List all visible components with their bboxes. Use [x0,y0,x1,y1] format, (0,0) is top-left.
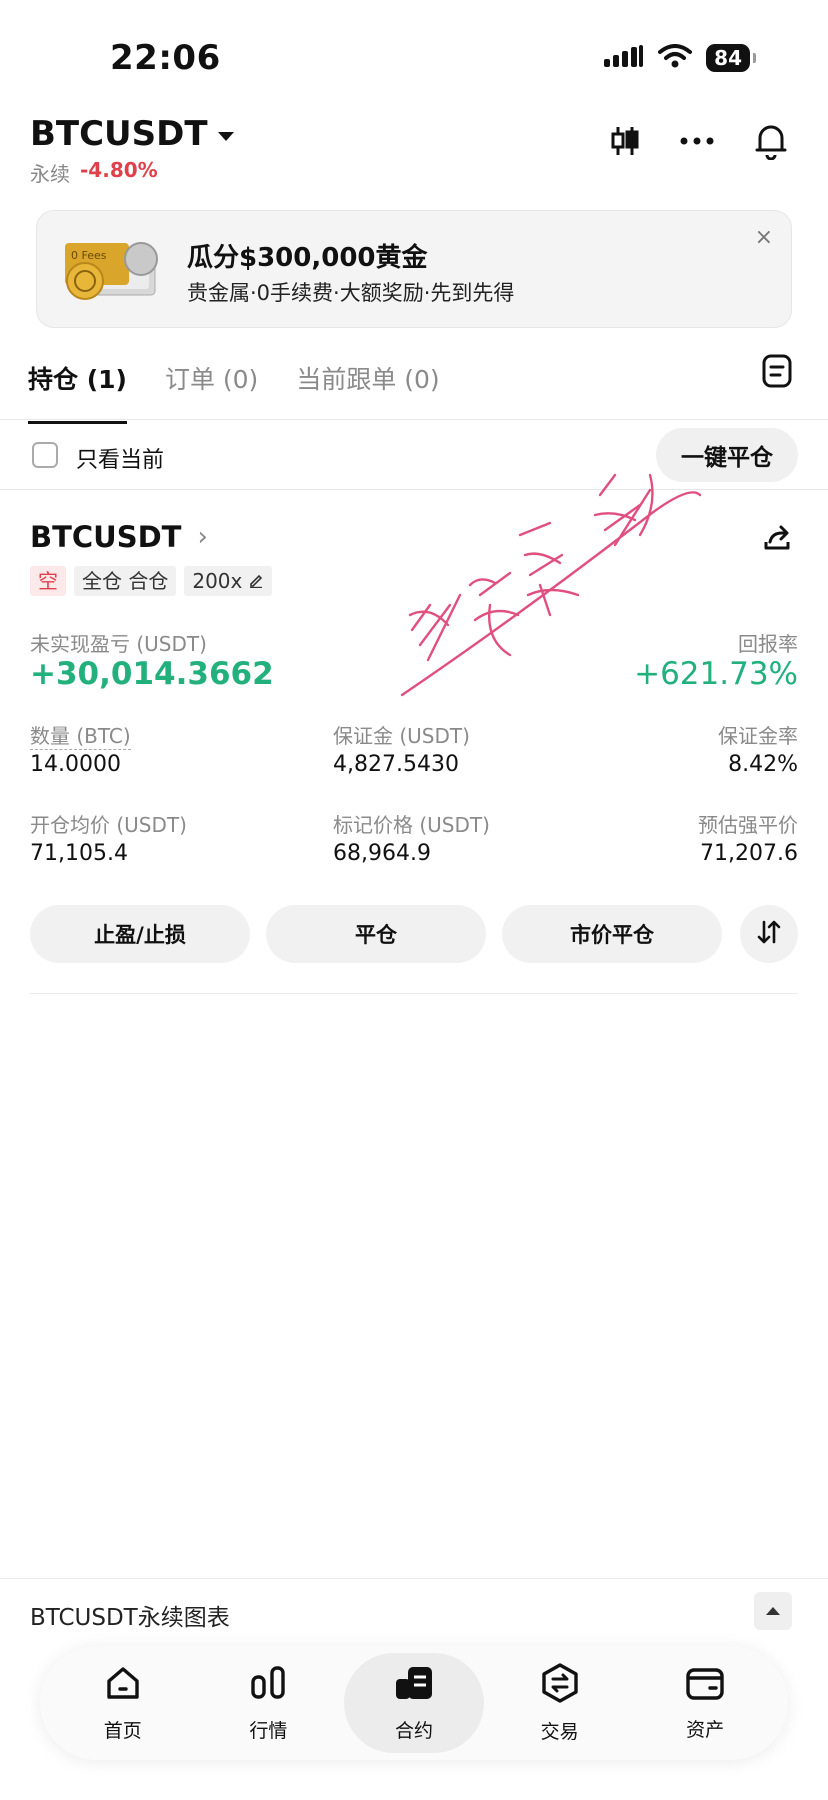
wifi-icon [658,44,693,72]
header-actions [610,122,788,160]
leverage-badge[interactable]: 200x [184,566,273,596]
entry-price-value: 71,105.4 [30,841,128,866]
chart-bar-divider [0,1578,828,1579]
share-icon[interactable] [762,522,792,556]
banner-image-text: 0 Fees [71,249,107,262]
only-current-label: 只看当前 [76,448,165,473]
home-icon [103,1663,143,1708]
banner-subtitle: 贵金属·0手续费·大额奖励·先到先得 [187,281,515,305]
futures-icon [392,1663,436,1708]
gold-bar-image: 0 Fees [61,235,165,307]
nav-home[interactable]: 首页 [53,1653,193,1753]
swap-arrows-icon [755,918,783,950]
card-divider [30,993,798,994]
pnl-label: 未实现盈亏 (USDT) [30,632,207,656]
market-close-button[interactable]: 市价平仓 [502,905,722,963]
edit-icon [248,569,264,593]
handwritten-annotation [400,455,720,715]
caret-down-icon [217,131,234,141]
close-icon[interactable]: × [755,225,773,250]
markets-icon [248,1663,288,1708]
signal-icon [604,45,644,71]
symbol-subline: 永续 -4.80% [30,158,158,187]
position-tags: 空 全仓 合仓 200x [30,566,273,596]
nav-assets[interactable]: 资产 [635,1653,775,1753]
liquidation-price-label: 预估强平价 [698,813,798,837]
quantity-value: 14.0000 [30,752,121,777]
symbol-selector[interactable]: BTCUSDT [30,114,234,154]
tab-orders[interactable]: 订单 (0) [165,360,258,396]
status-icons: 84 [604,44,756,72]
nav-home-label: 首页 [103,1720,142,1742]
tab-divider [0,419,828,420]
tab-copy-trading[interactable]: 当前跟单 (0) [296,360,439,396]
reverse-position-button[interactable] [740,905,798,963]
contract-type: 永续 [30,162,70,186]
position-actions: 止盈/止损 平仓 市价平仓 [30,905,722,963]
symbol-title: BTCUSDT [30,114,208,154]
margin-ratio-label: 保证金率 [718,724,798,748]
tp-sl-button[interactable]: 止盈/止损 [30,905,250,963]
nav-trade[interactable]: 交易 [490,1653,630,1753]
liquidation-price-value: 71,207.6 [700,841,798,866]
bell-icon[interactable] [754,122,788,160]
tab-positions[interactable]: 持仓 (1) [28,360,127,424]
side-badge: 空 [30,566,66,596]
bottom-nav: 首页 行情 合约 交易 资产 [40,1646,788,1760]
mark-price-value: 68,964.9 [333,841,431,866]
order-history-icon[interactable] [762,354,792,392]
more-icon[interactable] [680,137,714,145]
margin-value: 4,827.5430 [333,752,459,777]
position-tabs: 持仓 (1) 订单 (0) 当前跟单 (0) [28,360,440,424]
roe-label: 回报率 [738,632,798,656]
position-symbol-label: BTCUSDT [30,520,182,554]
nav-futures[interactable]: 合约 [343,1653,484,1753]
pnl-value: +30,014.3662 [30,656,274,692]
wallet-icon [684,1664,726,1707]
trade-icon [540,1662,580,1709]
entry-price-label: 开仓均价 (USDT) [30,813,187,837]
banner-title: 瓜分$300,000黄金 [187,243,428,273]
nav-assets-label: 资产 [686,1719,725,1741]
mark-price-label: 标记价格 (USDT) [333,813,490,837]
nav-markets[interactable]: 行情 [198,1653,338,1753]
close-position-button[interactable]: 平仓 [266,905,486,963]
status-time: 22:06 [110,38,221,78]
quantity-label[interactable]: 数量 (BTC) [30,720,131,750]
nav-futures-label: 合约 [394,1720,433,1742]
only-current-checkbox[interactable] [32,442,58,468]
price-change: -4.80% [80,158,158,182]
position-symbol[interactable]: BTCUSDT › [30,520,208,554]
nav-trade-label: 交易 [540,1721,579,1743]
margin-label: 保证金 (USDT) [333,724,470,748]
chart-bar-label[interactable]: BTCUSDT永续图表 [30,1598,230,1632]
margin-mode-badge: 全仓 合仓 [74,566,177,596]
promo-banner[interactable]: 0 Fees 瓜分$300,000黄金 贵金属·0手续费·大额奖励·先到先得 × [36,210,792,328]
nav-markets-label: 行情 [249,1720,288,1742]
chart-expand-button[interactable] [754,1592,792,1630]
chevron-right-icon: › [197,522,208,552]
candlestick-icon[interactable] [610,125,640,157]
leverage-value: 200x [192,569,243,593]
margin-ratio-value: 8.42% [728,752,798,777]
battery-indicator: 84 [706,44,756,72]
